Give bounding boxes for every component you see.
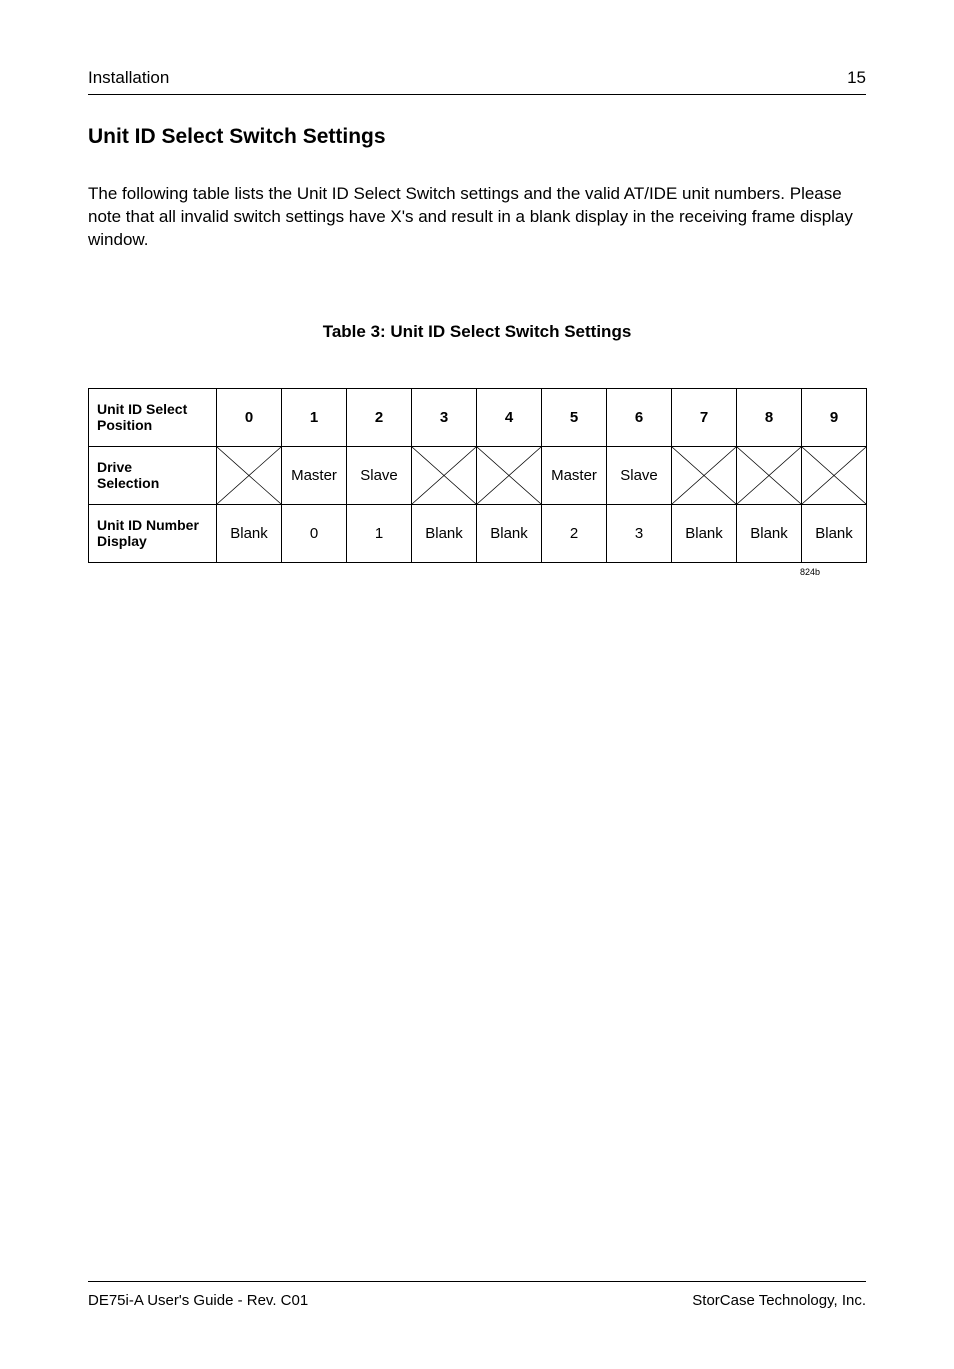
- cross-x-icon: [737, 447, 801, 504]
- drive-cell-2: Slave: [347, 446, 412, 504]
- row-header-display-line2: Display: [97, 533, 147, 549]
- display-cell-6: 3: [607, 504, 672, 562]
- figure-number: 824b: [88, 567, 866, 577]
- heading-unit-id-select: Unit ID Select Switch Settings: [88, 125, 866, 149]
- cross-x-icon: [477, 447, 541, 504]
- display-cell-7: Blank: [672, 504, 737, 562]
- col-header-6: 6: [607, 388, 672, 446]
- running-header: Installation 15: [88, 68, 866, 95]
- cross-x-icon: [672, 447, 736, 504]
- drive-cell-0: [217, 446, 282, 504]
- col-header-3: 3: [412, 388, 477, 446]
- col-header-9: 9: [802, 388, 867, 446]
- row-header-drive-selection: Drive Selection: [89, 446, 217, 504]
- drive-cell-4: [477, 446, 542, 504]
- display-cell-8: Blank: [737, 504, 802, 562]
- cross-x-icon: [412, 447, 476, 504]
- row-header-drive-line2: Selection: [97, 475, 159, 491]
- row-header-display-line1: Unit ID Number: [97, 517, 199, 533]
- cross-x-icon: [802, 447, 866, 504]
- intro-paragraph: The following table lists the Unit ID Se…: [88, 183, 866, 252]
- drive-cell-5: Master: [542, 446, 607, 504]
- row-header-position-line1: Unit ID Select: [97, 401, 187, 417]
- col-header-5: 5: [542, 388, 607, 446]
- drive-cell-3: [412, 446, 477, 504]
- footer-right: StorCase Technology, Inc.: [692, 1292, 866, 1309]
- col-header-8: 8: [737, 388, 802, 446]
- drive-cell-1: Master: [282, 446, 347, 504]
- settings-table: Unit ID Select Position 0 1 2 3 4 5 6 7 …: [88, 388, 867, 563]
- col-header-7: 7: [672, 388, 737, 446]
- running-footer: DE75i-A User's Guide - Rev. C01 StorCase…: [88, 1281, 866, 1309]
- display-cell-1: 0: [282, 504, 347, 562]
- drive-cell-9: [802, 446, 867, 504]
- row-header-position: Unit ID Select Position: [89, 388, 217, 446]
- display-cell-2: 1: [347, 504, 412, 562]
- col-header-2: 2: [347, 388, 412, 446]
- display-cell-9: Blank: [802, 504, 867, 562]
- footer-left: DE75i-A User's Guide - Rev. C01: [88, 1292, 308, 1309]
- display-cell-0: Blank: [217, 504, 282, 562]
- drive-cell-7: [672, 446, 737, 504]
- col-header-4: 4: [477, 388, 542, 446]
- display-cell-5: 2: [542, 504, 607, 562]
- row-header-display: Unit ID Number Display: [89, 504, 217, 562]
- table-caption: Table 3: Unit ID Select Switch Settings: [88, 322, 866, 342]
- table-header-row: Unit ID Select Position 0 1 2 3 4 5 6 7 …: [89, 388, 867, 446]
- col-header-1: 1: [282, 388, 347, 446]
- cross-x-icon: [217, 447, 281, 504]
- display-cell-4: Blank: [477, 504, 542, 562]
- drive-cell-8: [737, 446, 802, 504]
- drive-cell-6: Slave: [607, 446, 672, 504]
- col-header-0: 0: [217, 388, 282, 446]
- drive-selection-row: Drive Selection Master Slave Master Slav…: [89, 446, 867, 504]
- row-header-drive-line1: Drive: [97, 459, 132, 475]
- header-page-number: 15: [847, 68, 866, 88]
- display-cell-3: Blank: [412, 504, 477, 562]
- display-row: Unit ID Number Display Blank 0 1 Blank B…: [89, 504, 867, 562]
- page: Installation 15 Unit ID Select Switch Se…: [0, 0, 954, 1369]
- row-header-position-line2: Position: [97, 417, 152, 433]
- header-section-title: Installation: [88, 68, 169, 88]
